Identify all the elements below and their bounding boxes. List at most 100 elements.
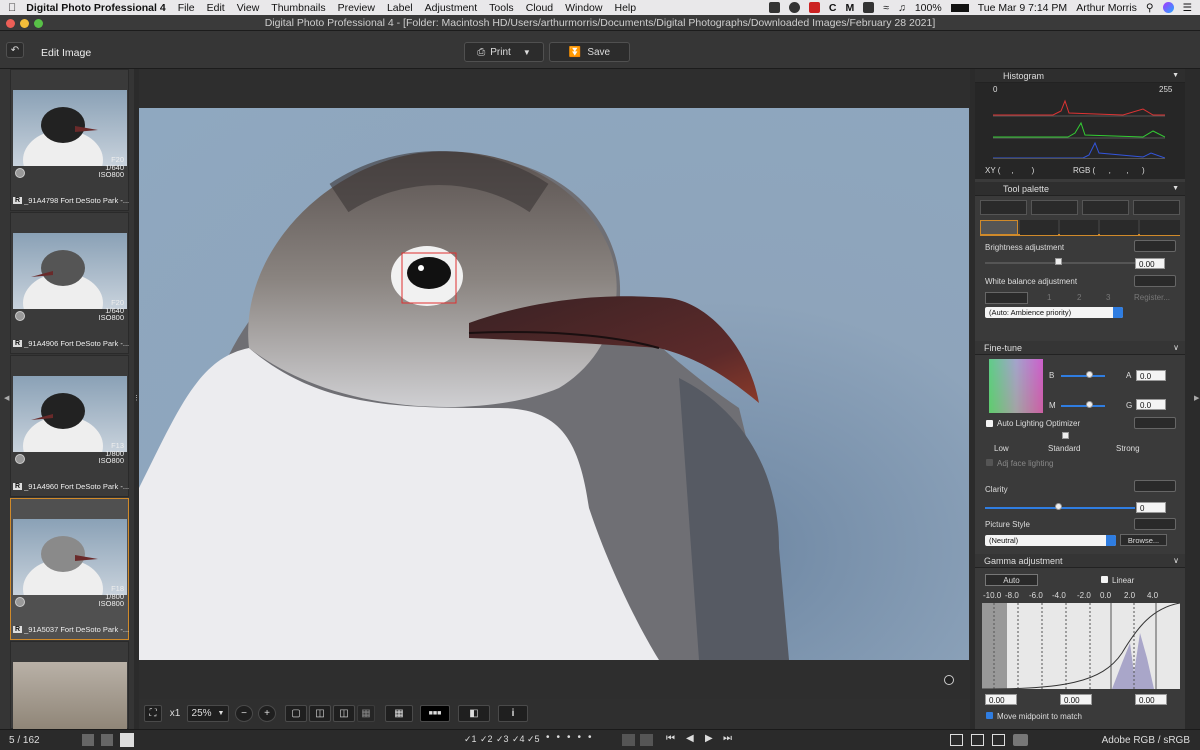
fit-screen-button[interactable]: ⛶ — [144, 705, 162, 722]
checkmark-2[interactable]: ✓2 — [480, 734, 493, 745]
wb-mode-select[interactable]: (Auto: Ambience priority) — [985, 307, 1123, 318]
prev-image-icon[interactable]: ◀ — [686, 733, 694, 744]
tray-icon[interactable] — [808, 2, 820, 13]
alo-slider-knob[interactable] — [1062, 432, 1069, 439]
ft-a-value[interactable]: 0.0 — [1136, 370, 1166, 381]
thumbnail-item[interactable]: F18 1/800 ISO800 R _91A5037 Fort DeSoto Park… — [10, 498, 129, 640]
thumbnail-item[interactable]: F13 1/800 ISO800 R _91A4960 Fort DeSoto Park… — [10, 355, 129, 497]
tray-icon[interactable] — [863, 2, 875, 13]
gamma-chart[interactable] — [982, 603, 1180, 689]
tray-icon[interactable] — [768, 2, 780, 13]
wb-preset-1[interactable]: 1 — [1047, 293, 1051, 302]
gamma-header[interactable]: Gamma adjustment ∨ — [975, 554, 1185, 568]
first-image-icon[interactable]: ⏮ — [666, 733, 675, 744]
zoom-window-icon[interactable] — [34, 19, 43, 28]
back-button[interactable]: ↶ — [6, 42, 24, 58]
chevron-down-icon[interactable]: ∨ — [1173, 341, 1179, 355]
grid-view-icon[interactable] — [82, 734, 94, 746]
af-point-button[interactable]: ■■■ — [420, 705, 450, 722]
crop-tool-tab[interactable] — [1031, 200, 1078, 215]
chevron-down-icon[interactable]: ∨ — [1173, 554, 1179, 568]
brightness-value[interactable]: 0.00 — [1135, 258, 1165, 269]
tray-icon[interactable] — [788, 2, 800, 13]
thumbnail-item[interactable]: F20 1/640 ISO800 R _91A4798 Fort DeSoto Park… — [10, 69, 129, 211]
ft-ba-knob[interactable] — [1086, 371, 1093, 378]
checkmark-3[interactable]: ✓3 — [496, 734, 509, 745]
collapse-right-icon[interactable]: ▶ — [1194, 394, 1199, 402]
gamma-white-value[interactable]: 0.00 — [1135, 694, 1167, 705]
rating-dots[interactable]: ••••• — [546, 732, 599, 743]
thumbnail-item[interactable] — [10, 641, 129, 730]
gamma-auto-button[interactable]: Auto — [985, 574, 1038, 586]
menu-edit[interactable]: Edit — [207, 2, 225, 14]
close-window-icon[interactable] — [6, 19, 15, 28]
menu-help[interactable]: Help — [614, 2, 636, 14]
wb-reset-button[interactable] — [1134, 275, 1176, 287]
single-view-icon[interactable] — [120, 733, 134, 747]
chevron-down-icon[interactable]: ▼ — [1172, 69, 1179, 83]
color-tab[interactable] — [1100, 220, 1138, 235]
zoom-select[interactable]: 25% ▼ — [187, 705, 229, 722]
spotlight-icon[interactable]: ⚲ — [1146, 2, 1154, 14]
finetune-header[interactable]: Fine-tune ∨ — [975, 341, 1185, 355]
single-view-button[interactable]: ▢ — [285, 705, 307, 722]
stamp-tool-tab[interactable] — [1133, 200, 1180, 215]
linear-checkbox[interactable] — [1101, 576, 1108, 583]
last-image-icon[interactable]: ⏭ — [723, 733, 732, 744]
crop-view-icon[interactable] — [950, 734, 963, 746]
browse-button[interactable]: Browse... — [1120, 534, 1167, 546]
brightness-reset-button[interactable] — [1134, 240, 1176, 252]
checkmark-1[interactable]: ✓1 — [464, 734, 477, 745]
midpoint-checkbox[interactable] — [986, 712, 993, 719]
menu-file[interactable]: File — [178, 2, 195, 14]
rotate-right-icon[interactable] — [640, 734, 653, 746]
menu-label[interactable]: Label — [387, 2, 413, 14]
highlight-warning-button[interactable]: ◧ — [458, 705, 490, 722]
menu-app[interactable]: Digital Photo Professional 4 — [26, 2, 165, 14]
thumbnail-item[interactable]: F20 1/640 ISO800 R _91A4906 Fort DeSoto Park… — [10, 212, 129, 354]
collapse-left-icon[interactable]: ◀ — [4, 394, 9, 402]
gamma-black-value[interactable]: 0.00 — [985, 694, 1017, 705]
settings-tab[interactable] — [1140, 220, 1180, 235]
menu-window[interactable]: Window — [565, 2, 602, 14]
wb-register-button[interactable]: Register... — [1134, 293, 1170, 302]
rotate-left-icon[interactable] — [622, 734, 635, 746]
eyedropper-button[interactable] — [985, 292, 1028, 304]
c-icon[interactable]: C — [829, 2, 837, 14]
apple-icon[interactable]:  — [8, 2, 16, 14]
menu-tools[interactable]: Tools — [489, 2, 514, 14]
preview-tool-tab[interactable] — [1082, 200, 1129, 215]
compare-horizontal-button[interactable]: ◫ — [309, 705, 331, 722]
ft-mg-slider[interactable] — [1061, 405, 1105, 407]
clarity-knob[interactable] — [1055, 503, 1062, 510]
next-image-icon[interactable]: ▶ — [705, 733, 713, 744]
menu-adjustment[interactable]: Adjustment — [425, 2, 478, 14]
clock[interactable]: Tue Mar 9 7:14 PM — [978, 2, 1067, 14]
chevron-down-icon[interactable]: ▼ — [523, 48, 531, 57]
brightness-slider-knob[interactable] — [1055, 258, 1062, 265]
zoom-in-button[interactable]: + — [258, 705, 276, 722]
basic-adjust-tab[interactable] — [980, 220, 1018, 235]
color-wheel[interactable] — [989, 359, 1043, 413]
ft-g-value[interactable]: 0.0 — [1136, 399, 1166, 410]
picture-style-select[interactable]: (Neutral) — [985, 535, 1116, 546]
compare-tool-tab[interactable] — [980, 200, 1027, 215]
zoom-x1-button[interactable]: x1 — [166, 705, 184, 722]
fullscreen-icon[interactable] — [992, 734, 1005, 746]
battery-icon[interactable] — [950, 3, 969, 12]
checkmark-5[interactable]: ✓5 — [527, 734, 540, 745]
tone-curve-tab[interactable] — [1060, 220, 1098, 235]
tool-palette-header[interactable]: Tool palette ▼ — [975, 182, 1185, 196]
print-button[interactable]: ⎙ Print ▼ — [464, 42, 544, 62]
speaker-icon[interactable]: ♫ — [898, 2, 906, 14]
ft-mg-knob[interactable] — [1086, 401, 1093, 408]
alo-checkbox[interactable] — [986, 420, 993, 427]
clarity-value[interactable]: 0 — [1136, 502, 1166, 513]
camera-icon[interactable] — [1013, 734, 1028, 746]
checkmark-4[interactable]: ✓4 — [512, 734, 525, 745]
compare-vertical-button[interactable]: ◫ — [333, 705, 355, 722]
ft-ba-slider[interactable] — [1061, 375, 1105, 377]
list-view-icon[interactable] — [101, 734, 113, 746]
save-button[interactable]: ⏬ Save — [549, 42, 630, 62]
navigator-icon[interactable] — [944, 675, 954, 685]
